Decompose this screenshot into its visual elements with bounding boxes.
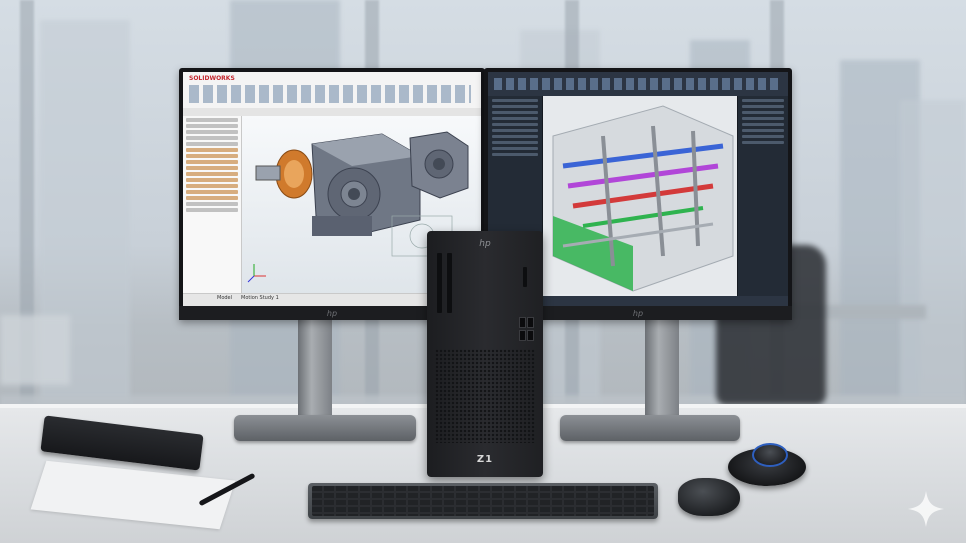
tree-item[interactable] xyxy=(186,196,238,200)
panel-row[interactable] xyxy=(492,141,538,144)
drive-bay xyxy=(437,253,442,313)
ribbon-icons[interactable] xyxy=(494,78,782,90)
view-tab-model[interactable]: Model xyxy=(217,295,232,301)
panel-row[interactable] xyxy=(492,123,538,126)
usb-port[interactable] xyxy=(519,317,526,328)
drive-bay xyxy=(447,253,452,313)
tower-logo: hp xyxy=(479,239,491,249)
tree-item[interactable] xyxy=(186,166,238,170)
panel-row[interactable] xyxy=(492,111,538,114)
mouse[interactable] xyxy=(678,478,740,516)
panel-row[interactable] xyxy=(492,105,538,108)
tree-item[interactable] xyxy=(186,136,238,140)
tree-item[interactable] xyxy=(186,148,238,152)
panel-row[interactable] xyxy=(492,147,538,150)
panel-row[interactable] xyxy=(742,105,784,108)
panel-row[interactable] xyxy=(492,129,538,132)
tree-item[interactable] xyxy=(186,172,238,176)
tree-item[interactable] xyxy=(186,142,238,146)
tree-item[interactable] xyxy=(186,202,238,206)
left-monitor-stand-base xyxy=(234,415,416,441)
panel-row[interactable] xyxy=(492,117,538,120)
panel-row[interactable] xyxy=(742,99,784,102)
panel-row[interactable] xyxy=(742,117,784,120)
front-vent-mesh xyxy=(435,349,535,443)
cad-ribbon-toolbar[interactable]: SOLIDWORKS xyxy=(183,72,481,109)
workstation-tower: hp Z1 xyxy=(427,231,543,477)
view-tab-motion-study[interactable]: Motion Study 1 xyxy=(241,295,279,301)
tree-item[interactable] xyxy=(186,184,238,188)
tree-item[interactable] xyxy=(186,130,238,134)
tree-item[interactable] xyxy=(186,124,238,128)
ribbon-icons[interactable] xyxy=(189,85,471,103)
tree-item[interactable] xyxy=(186,118,238,122)
piping-model xyxy=(543,96,737,294)
office-scene: SOLIDWORKS Model Motion Study 1 hp hp hp… xyxy=(0,0,966,543)
panel-row[interactable] xyxy=(742,141,784,144)
3d-mouse-cap[interactable] xyxy=(752,443,788,467)
tower-model-label: Z1 xyxy=(476,454,494,465)
sd-card-slot[interactable] xyxy=(523,267,527,287)
panel-row[interactable] xyxy=(742,129,784,132)
panel-row[interactable] xyxy=(742,135,784,138)
right-monitor-stand-neck xyxy=(645,318,679,418)
panel-row[interactable] xyxy=(492,153,538,156)
app-name: SOLIDWORKS xyxy=(189,75,235,82)
bim-ribbon-toolbar[interactable] xyxy=(488,72,788,97)
usb-port[interactable] xyxy=(527,330,534,341)
left-monitor-stand-neck xyxy=(298,318,332,418)
tree-item[interactable] xyxy=(186,160,238,164)
panel-row[interactable] xyxy=(742,111,784,114)
right-monitor-logo: hp xyxy=(632,309,644,318)
sparkle-icon xyxy=(908,491,944,527)
feature-tree[interactable] xyxy=(183,116,242,294)
tree-item[interactable] xyxy=(186,154,238,158)
usb-port[interactable] xyxy=(527,317,534,328)
background-building xyxy=(900,100,966,403)
panel-row[interactable] xyxy=(492,99,538,102)
tree-item[interactable] xyxy=(186,178,238,182)
right-monitor-stand-base xyxy=(560,415,740,441)
properties-panel[interactable] xyxy=(737,96,788,296)
bim-3d-viewport[interactable] xyxy=(543,96,737,296)
panel-row[interactable] xyxy=(492,135,538,138)
tree-item[interactable] xyxy=(186,190,238,194)
keyboard[interactable] xyxy=(308,483,658,519)
usb-port[interactable] xyxy=(519,330,526,341)
background-furniture xyxy=(0,315,70,385)
tree-item[interactable] xyxy=(186,208,238,212)
panel-row[interactable] xyxy=(742,123,784,126)
keyboard-keys[interactable] xyxy=(312,486,654,516)
left-monitor-logo: hp xyxy=(326,309,338,318)
